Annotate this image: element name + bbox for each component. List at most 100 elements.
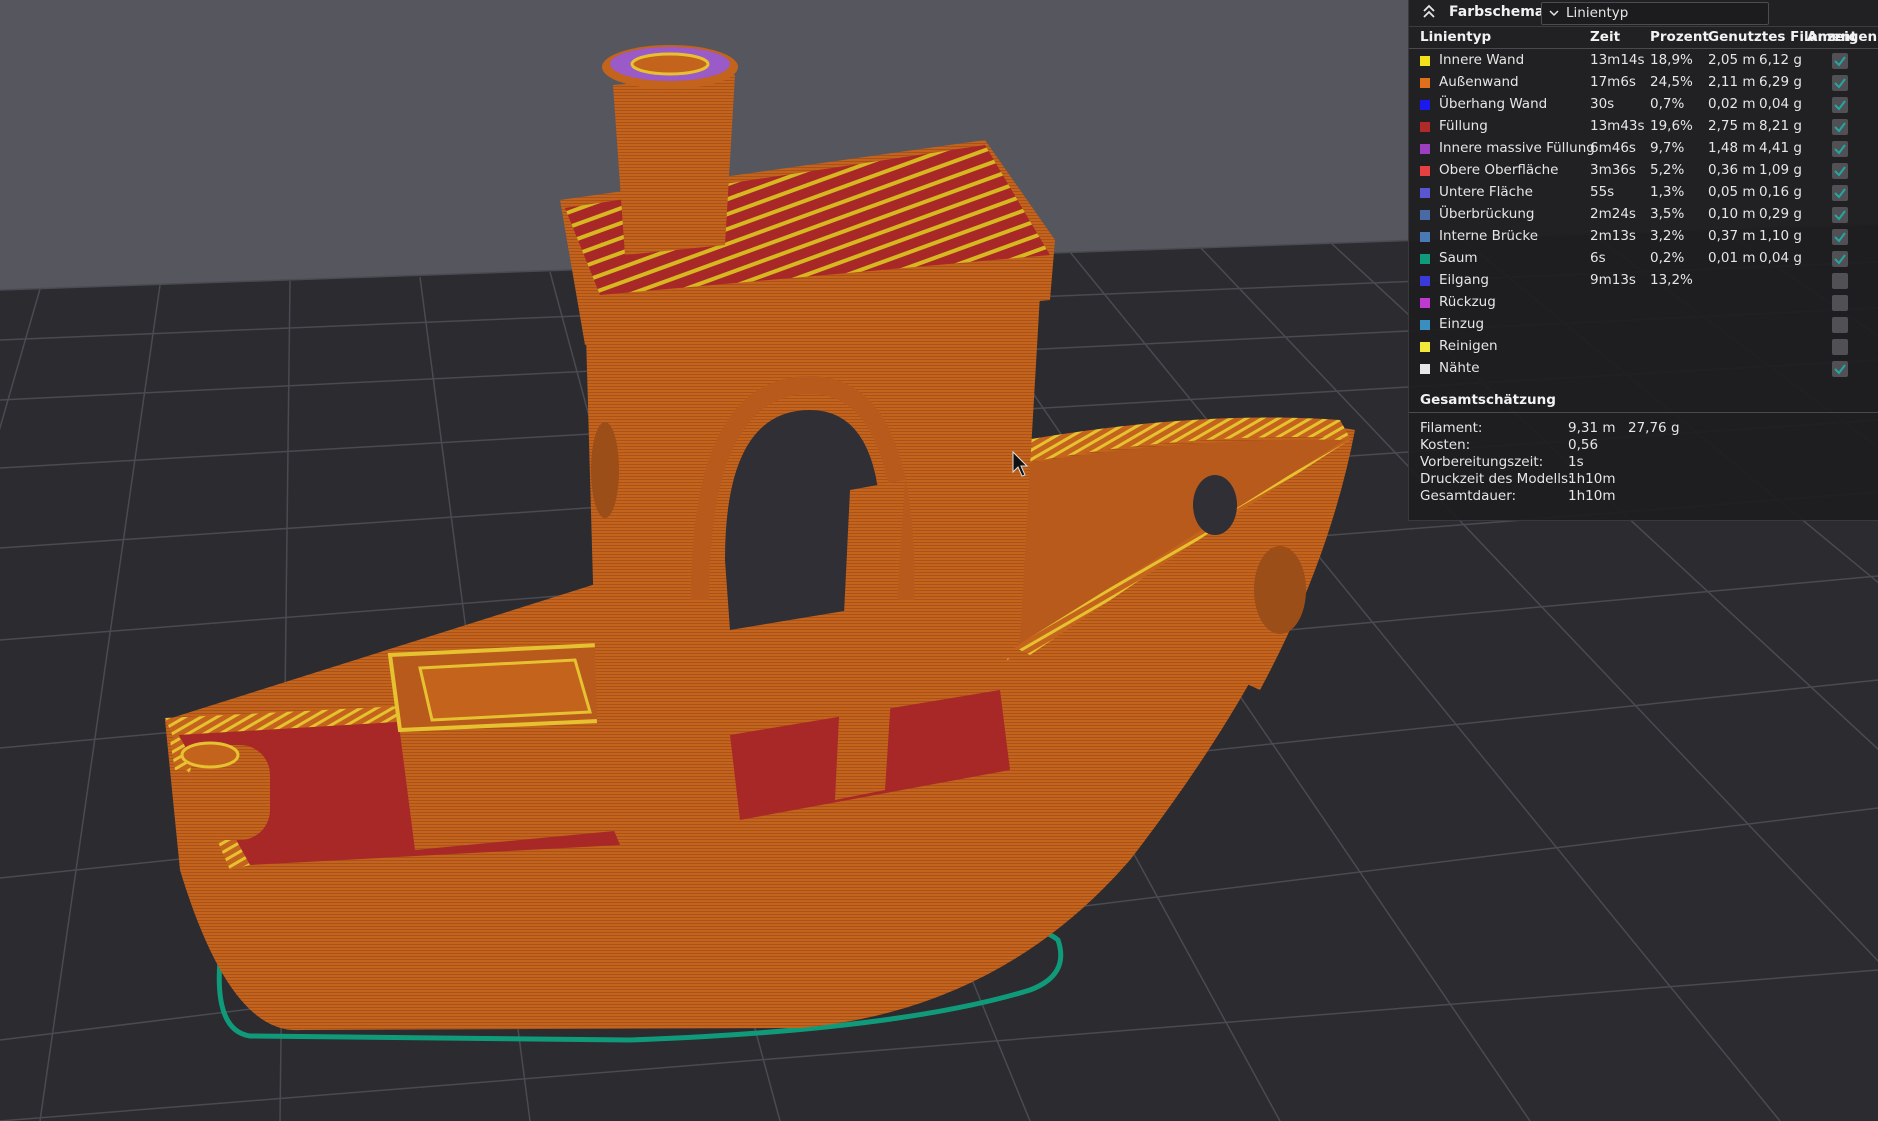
show-checkbox[interactable] <box>1832 97 1848 113</box>
show-checkbox[interactable] <box>1832 163 1848 179</box>
show-checkbox[interactable] <box>1832 339 1848 355</box>
porthole-bow <box>1193 475 1237 535</box>
line-type-name: Überhang Wand <box>1439 96 1548 112</box>
show-checkbox[interactable] <box>1832 229 1848 245</box>
show-checkbox[interactable] <box>1832 185 1848 201</box>
legend-row[interactable]: Rückzug <box>1409 292 1878 314</box>
line-type-time: 17m6s <box>1590 74 1636 90</box>
line-type-name: Füllung <box>1439 118 1488 134</box>
porthole-left <box>591 422 619 518</box>
color-swatch <box>1420 320 1430 330</box>
legend-row[interactable]: Reinigen <box>1409 336 1878 358</box>
check-icon <box>1834 78 1846 89</box>
show-checkbox[interactable] <box>1832 141 1848 157</box>
color-scheme-dropdown[interactable]: Linientyp <box>1541 2 1769 25</box>
stern-post-top <box>180 741 240 769</box>
filament-weight: 0,04 g <box>1759 250 1802 266</box>
check-icon <box>1834 210 1846 221</box>
legend-row[interactable]: Eilgang 9m13s 13,2% <box>1409 270 1878 292</box>
check-icon <box>1834 232 1846 243</box>
color-swatch <box>1420 298 1430 308</box>
totals-value: 1s <box>1568 454 1584 470</box>
totals-value: 0,56 <box>1568 437 1599 453</box>
filament-length: 2,05 m <box>1708 52 1756 68</box>
legend-row[interactable]: Innere Wand 13m14s 18,9% 2,05 m 6,12 g <box>1409 50 1878 72</box>
legend-row[interactable]: Innere massive Füllung 6m46s 9,7% 1,48 m 4,4… <box>1409 138 1878 160</box>
show-checkbox[interactable] <box>1832 295 1848 311</box>
funnel-hole <box>630 52 710 76</box>
check-icon <box>1834 144 1846 155</box>
line-type-time: 6s <box>1590 250 1606 266</box>
check-icon <box>1834 166 1846 177</box>
color-swatch <box>1420 78 1430 88</box>
totals-title: Gesamtschätzung <box>1420 392 1556 408</box>
legend-row[interactable]: Obere Oberfläche 3m36s 5,2% 0,36 m 1,09 g <box>1409 160 1878 182</box>
totals-label: Vorbereitungszeit: <box>1420 454 1544 470</box>
line-type-time: 2m13s <box>1590 228 1636 244</box>
color-swatch <box>1420 144 1430 154</box>
column-line-type: Linientyp <box>1420 29 1492 45</box>
legend-row[interactable]: Einzug <box>1409 314 1878 336</box>
filament-weight: 6,12 g <box>1759 52 1802 68</box>
show-checkbox[interactable] <box>1832 317 1848 333</box>
check-icon <box>1834 100 1846 111</box>
show-checkbox[interactable] <box>1832 75 1848 91</box>
show-checkbox[interactable] <box>1832 361 1848 377</box>
legend-panel: Farbschema Linientyp Linientyp Zeit Proz… <box>1408 0 1878 521</box>
column-time: Zeit <box>1590 29 1621 45</box>
legend-row[interactable]: Nähte <box>1409 358 1878 380</box>
totals-label: Filament: <box>1420 420 1483 436</box>
filament-length: 2,11 m <box>1708 74 1756 90</box>
totals-row: Gesamtdauer: 1h10m <box>1409 488 1878 508</box>
filament-length: 0,36 m <box>1708 162 1756 178</box>
legend-header: Farbschema Linientyp <box>1409 0 1878 27</box>
line-type-name: Überbrückung <box>1439 206 1535 222</box>
line-type-percent: 9,7% <box>1650 140 1685 156</box>
funnel-body <box>613 75 735 255</box>
legend-row[interactable]: Saum 6s 0,2% 0,01 m 0,04 g <box>1409 248 1878 270</box>
line-type-percent: 0,7% <box>1650 96 1685 112</box>
legend-row[interactable]: Außenwand 17m6s 24,5% 2,11 m 6,29 g <box>1409 72 1878 94</box>
line-type-name: Nähte <box>1439 360 1480 376</box>
line-type-time: 9m13s <box>1590 272 1636 288</box>
line-type-percent: 1,3% <box>1650 184 1685 200</box>
legend-row[interactable]: Interne Brücke 2m13s 3,2% 0,37 m 1,10 g <box>1409 226 1878 248</box>
show-checkbox[interactable] <box>1832 119 1848 135</box>
legend-row[interactable]: Untere Fläche 55s 1,3% 0,05 m 0,16 g <box>1409 182 1878 204</box>
show-checkbox[interactable] <box>1832 251 1848 267</box>
line-type-name: Obere Oberfläche <box>1439 162 1559 178</box>
totals-value: 1h10m <box>1568 488 1616 504</box>
filament-length: 0,05 m <box>1708 184 1756 200</box>
line-type-name: Innere Wand <box>1439 52 1525 68</box>
color-swatch <box>1420 210 1430 220</box>
legend-row[interactable]: Überhang Wand 30s 0,7% 0,02 m 0,04 g <box>1409 94 1878 116</box>
legend-row[interactable]: Füllung 13m43s 19,6% 2,75 m 8,21 g <box>1409 116 1878 138</box>
column-show: Anzeigen <box>1807 29 1878 45</box>
filament-weight: 1,09 g <box>1759 162 1802 178</box>
color-swatch <box>1420 188 1430 198</box>
show-checkbox[interactable] <box>1832 207 1848 223</box>
check-icon <box>1834 56 1846 67</box>
chevron-up-double-icon[interactable] <box>1421 3 1437 21</box>
divider <box>1409 412 1878 413</box>
line-type-percent: 13,2% <box>1650 272 1693 288</box>
totals-value: 1h10m <box>1568 471 1616 487</box>
line-type-name: Saum <box>1439 250 1478 266</box>
show-checkbox[interactable] <box>1832 53 1848 69</box>
filament-weight: 6,29 g <box>1759 74 1802 90</box>
porthole-side <box>1254 546 1306 634</box>
color-swatch <box>1420 364 1430 374</box>
filament-length: 0,01 m <box>1708 250 1756 266</box>
check-icon <box>1834 188 1846 199</box>
line-type-percent: 3,2% <box>1650 228 1685 244</box>
color-swatch <box>1420 122 1430 132</box>
line-type-time: 55s <box>1590 184 1615 200</box>
filament-length: 2,75 m <box>1708 118 1756 134</box>
show-checkbox[interactable] <box>1832 273 1848 289</box>
line-type-name: Untere Fläche <box>1439 184 1533 200</box>
line-type-time: 13m14s <box>1590 52 1645 68</box>
filament-weight: 0,04 g <box>1759 96 1802 112</box>
filament-length: 0,37 m <box>1708 228 1756 244</box>
legend-row[interactable]: Überbrückung 2m24s 3,5% 0,10 m 0,29 g <box>1409 204 1878 226</box>
line-type-percent: 18,9% <box>1650 52 1693 68</box>
